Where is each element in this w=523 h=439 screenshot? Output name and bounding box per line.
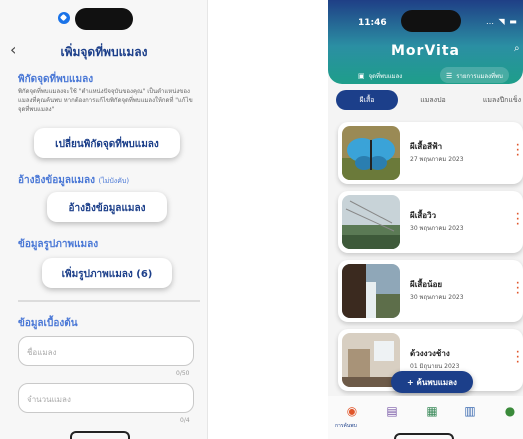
insect-photo bbox=[342, 126, 400, 180]
map-pin-icon[interactable]: ◉ bbox=[342, 404, 362, 422]
list-pill-label: รายการแมลงที่พบ bbox=[456, 73, 503, 80]
list-pill-button[interactable]: ☰ รายการแมลงที่พบ bbox=[440, 67, 509, 83]
insect-card[interactable]: ผีเสื้อสีฟ้า 27 พฤษภาคม 2023 · · · bbox=[338, 122, 523, 184]
calendar-icon[interactable]: ▥ bbox=[460, 404, 480, 422]
category-tabs: ผีเสื้อ แมลงปอ แมลงปีกแข็ง bbox=[336, 90, 523, 110]
insect-card[interactable]: ผีเสื้อน้อย 30 พฤษภาคม 2023 · · · bbox=[338, 260, 523, 322]
insect-date: 27 พฤษภาคม 2023 bbox=[410, 156, 464, 163]
more-options-icon[interactable]: · · · bbox=[516, 349, 519, 368]
profile-icon[interactable]: ● bbox=[500, 404, 520, 422]
count-char-counter: 0/4 bbox=[180, 417, 190, 424]
insect-name: ผีเสื้อวิว bbox=[410, 211, 437, 220]
photo-heading: ข้อมูลรูปภาพแมลง bbox=[18, 239, 99, 250]
next-field-edge bbox=[70, 431, 130, 439]
search-icon[interactable]: ⌕ bbox=[514, 43, 520, 54]
camera-notch bbox=[75, 8, 133, 30]
camera-notch bbox=[401, 10, 461, 32]
page-title: เพิ่มจุดที่พบแมลง bbox=[60, 45, 148, 59]
insect-photo bbox=[342, 264, 400, 318]
name-char-counter: 0/50 bbox=[176, 370, 190, 377]
insect-name: ผีเสื้อน้อย bbox=[410, 280, 443, 289]
map-pill-button[interactable]: ▣ จุดที่พบแมลง bbox=[352, 67, 408, 83]
insect-photo bbox=[342, 195, 400, 249]
add-photo-button[interactable]: เพิ่มรูปภาพแมลง (6) bbox=[42, 258, 172, 288]
tab-butterfly[interactable]: ผีเสื้อ bbox=[336, 90, 398, 110]
app-header: 11:46 … ◥ ▬ MorVita ⌕ ▣ จุดที่พบแมลง ☰ ราย… bbox=[328, 0, 523, 84]
insect-list-screen: 11:46 … ◥ ▬ MorVita ⌕ ▣ จุดที่พบแมลง ☰ ราย… bbox=[328, 0, 523, 439]
location-heading: พิกัดจุดที่พบแมลง bbox=[18, 74, 94, 85]
home-indicator bbox=[394, 433, 454, 439]
book-icon[interactable]: ▤ bbox=[382, 404, 402, 422]
more-options-icon[interactable]: · · · bbox=[516, 280, 519, 299]
gallery-icon[interactable]: ▦ bbox=[422, 404, 442, 422]
insect-card[interactable]: ผีเสื้อวิว 30 พฤษภาคม 2023 · · · bbox=[338, 191, 523, 253]
tab-beetle[interactable]: แมลงปีกแข็ง bbox=[472, 90, 523, 110]
more-options-icon[interactable]: · · · bbox=[516, 142, 519, 161]
list-icon: ☰ bbox=[446, 72, 453, 80]
insect-count-field[interactable]: จำนวนแมลง bbox=[18, 383, 194, 413]
section-divider bbox=[18, 300, 200, 302]
location-icon bbox=[58, 12, 70, 24]
map-pill-label: จุดที่พบแมลง bbox=[368, 73, 403, 80]
discover-insect-button[interactable]: + ค้นพบแมลง bbox=[391, 371, 473, 393]
insect-name-field[interactable]: ชื่อแมลง bbox=[18, 336, 194, 366]
insect-date: 01 มิถุนายน 2023 bbox=[410, 363, 460, 370]
location-description: พิกัดจุดที่พบแมลงจะใช้ "ตำแหน่งปัจจุบันข… bbox=[18, 88, 193, 113]
tab-dragonfly[interactable]: แมลงปอ bbox=[408, 90, 458, 110]
basic-info-heading: ข้อมูลเบื้องต้น bbox=[18, 318, 78, 329]
reference-heading-label: อ้างอิงข้อมูลแมลง bbox=[18, 175, 96, 186]
nav-label-discovery: การค้นพบ bbox=[335, 423, 357, 429]
status-time: 11:46 bbox=[358, 18, 387, 28]
insect-name: ด้วงงวงช้าง bbox=[410, 349, 450, 358]
more-options-icon[interactable]: · · · bbox=[516, 211, 519, 230]
status-icons: … ◥ ▬ bbox=[486, 17, 518, 26]
reference-insect-button[interactable]: อ้างอิงข้อมูลแมลง bbox=[47, 192, 167, 222]
change-location-button[interactable]: เปลี่ยนพิกัดจุดที่พบแมลง bbox=[34, 128, 180, 158]
insect-date: 30 พฤษภาคม 2023 bbox=[410, 294, 464, 301]
insect-name: ผีเสื้อสีฟ้า bbox=[410, 142, 443, 151]
app-name: MorVita bbox=[391, 43, 460, 59]
reference-heading: อ้างอิงข้อมูลแมลง (ไม่บังคับ) bbox=[18, 173, 129, 188]
add-insect-screen: ‹ เพิ่มจุดที่พบแมลง พิกัดจุดที่พบแมลง พิ… bbox=[0, 0, 208, 439]
insect-date: 30 พฤษภาคม 2023 bbox=[410, 225, 464, 232]
map-icon: ▣ bbox=[358, 72, 365, 80]
optional-note: (ไม่บังคับ) bbox=[98, 177, 130, 185]
